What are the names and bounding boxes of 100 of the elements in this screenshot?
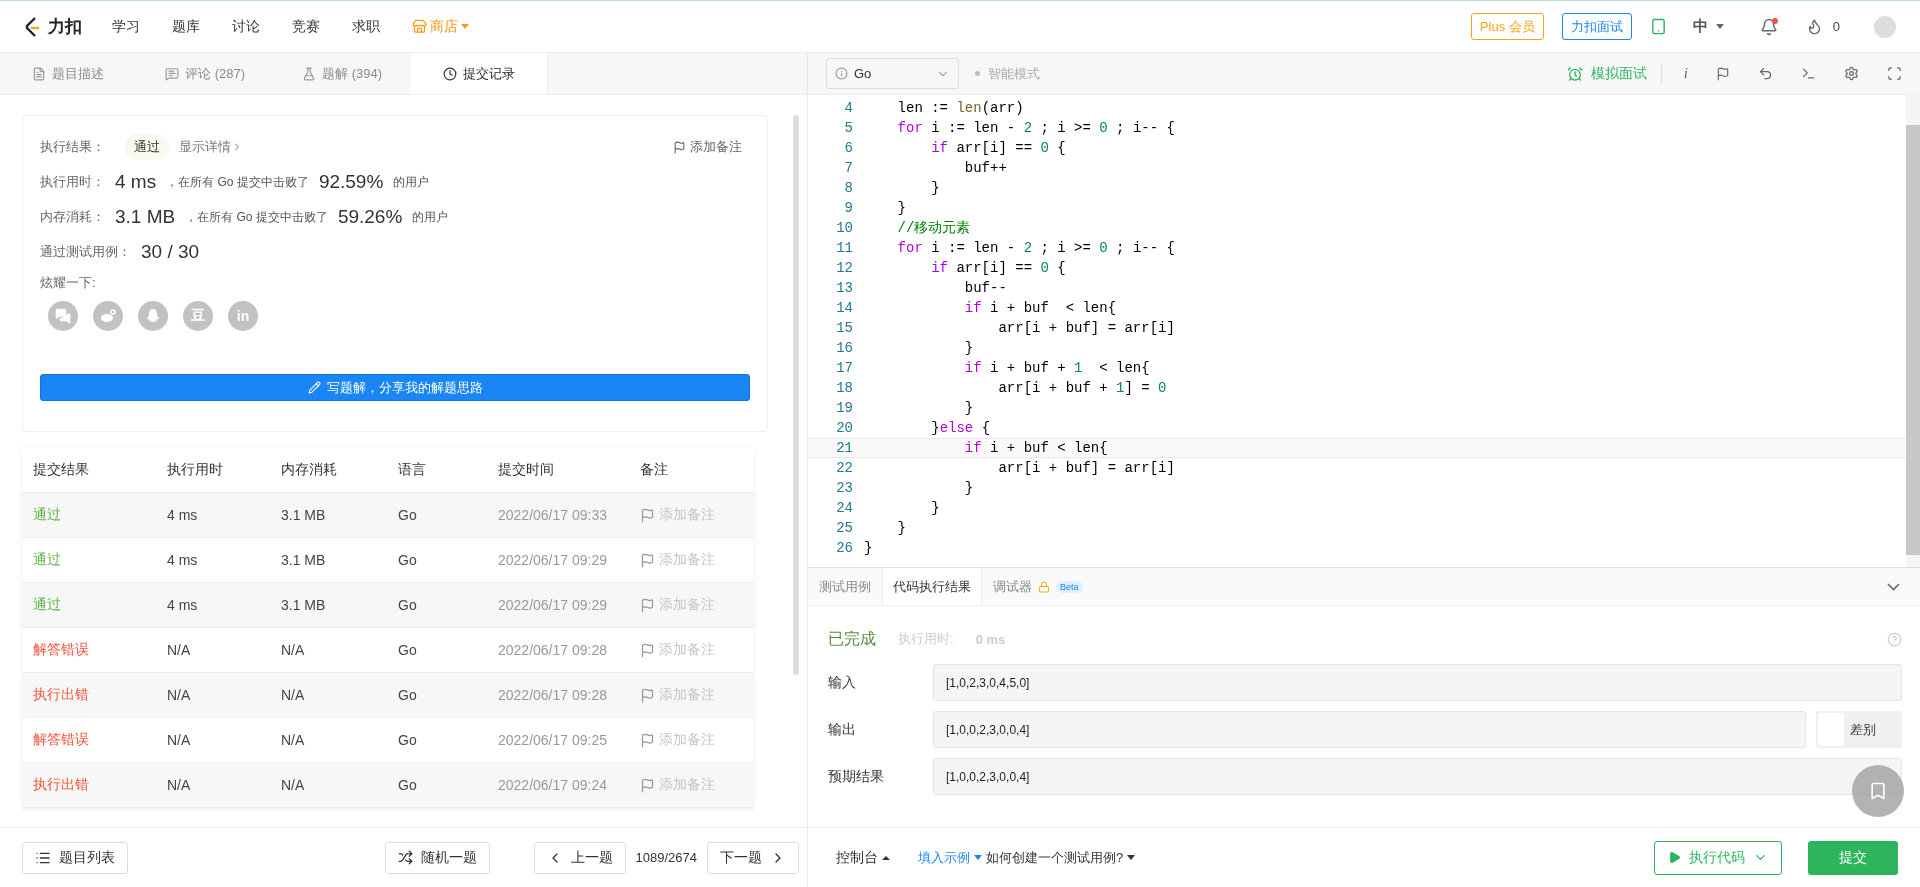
tab[interactable]: 测试用例: [808, 568, 882, 605]
stat-value: 4 ms: [115, 171, 157, 193]
table-cell-text: N/A: [167, 687, 192, 703]
flag-icon: [640, 687, 655, 703]
mock-interview-button[interactable]: 模拟面试: [1560, 63, 1662, 84]
nav-link[interactable]: 讨论: [232, 17, 260, 36]
language-select[interactable]: Go: [826, 58, 959, 89]
chat-icon: [55, 308, 71, 324]
tab[interactable]: 题解 (394): [274, 53, 411, 94]
tab[interactable]: 提交记录: [411, 53, 548, 94]
line-number: 21: [835, 439, 853, 458]
code-line: }: [896, 199, 906, 218]
table-cell-text: 4 ms: [167, 597, 199, 613]
howto-link[interactable]: 如何创建一个测试用例?: [986, 848, 1136, 867]
code-line: arr[i + buf] = arr[i]: [997, 459, 1175, 478]
table-cell-text: Go: [398, 507, 418, 523]
code-line: buf--: [963, 279, 1007, 298]
line-number: 6: [843, 139, 853, 158]
result-cell[interactable]: 执行出错: [33, 686, 167, 704]
line-number: 7: [843, 159, 853, 178]
write-solution-button[interactable]: 写题解，分享我的解题思路: [40, 374, 750, 401]
line-number: 20: [835, 419, 853, 438]
submit-button[interactable]: 提交: [1808, 840, 1898, 875]
code-line: if arr[i] == 0 {: [930, 139, 1066, 158]
result-cell[interactable]: 通过: [33, 551, 167, 569]
line-number: 9: [843, 199, 853, 218]
table-cell-text: N/A: [281, 642, 306, 658]
table-cell-text: Go: [398, 597, 418, 613]
notifications-button[interactable]: [1759, 17, 1778, 36]
result-cell[interactable]: 解答错误: [33, 731, 167, 749]
nav-link[interactable]: 学习: [112, 17, 140, 36]
share-button[interactable]: [93, 301, 123, 331]
table-cell-text: 3.1 MB: [281, 552, 327, 568]
problem-list-button[interactable]: 题目列表: [22, 841, 128, 874]
column-header: 提交结果: [33, 461, 90, 479]
stat-percent: 59.26%: [337, 206, 403, 228]
smart-mode-toggle[interactable]: 智能模式: [975, 64, 1040, 83]
fill-example-link[interactable]: 填入示例: [918, 848, 982, 867]
add-note-link[interactable]: 添加备注: [673, 138, 750, 156]
run-code-button[interactable]: 执行代码: [1654, 840, 1782, 875]
status-text: 已完成: [828, 628, 876, 649]
result-cell[interactable]: 执行出错: [33, 776, 167, 794]
random-button[interactable]: 随机一题: [384, 841, 490, 874]
bookmark-button[interactable]: [1852, 765, 1904, 817]
line-number: 10: [835, 219, 853, 238]
flag-icon: [1716, 66, 1730, 81]
share-button[interactable]: [138, 301, 168, 331]
column-header: 执行用时: [167, 461, 224, 479]
code-line: for i := len - 2 ; i >= 0 ; i-- {: [896, 239, 1175, 258]
interview-button[interactable]: 力扣面试: [1561, 13, 1632, 40]
line-number: 13: [835, 279, 853, 298]
nav-link[interactable]: 题库: [172, 17, 200, 36]
table-cell-text: N/A: [167, 732, 192, 748]
avatar[interactable]: [1874, 15, 1896, 38]
table-cell-text: 2022/06/17 09:24: [498, 777, 608, 793]
tab[interactable]: 调试器 Beta: [982, 568, 1094, 605]
stat-text: ，在所有 Go 提交中击败了: [166, 173, 309, 191]
code-line: if i + buf < len{: [963, 299, 1117, 318]
language-menu[interactable]: 中: [1686, 16, 1730, 37]
column-header: 内存消耗: [281, 461, 338, 479]
output-field: [1,0,2,3,0,4,5,0]: [933, 664, 1902, 701]
stat-label: 执行用时：: [40, 173, 105, 191]
tab[interactable]: 代码执行结果: [882, 568, 982, 605]
table-cell-text: 2022/06/17 09:29: [498, 552, 608, 568]
line-number: 24: [835, 499, 853, 518]
problem-counter: 1089/2674: [635, 850, 697, 865]
previous-button[interactable]: 上一题: [533, 841, 626, 874]
table-cell-text: Go: [398, 642, 418, 658]
code-line: }: [930, 179, 940, 198]
table-cell-text: N/A: [167, 642, 192, 658]
details-link[interactable]: 显示详情: [179, 138, 243, 156]
tab[interactable]: 评论 (287): [137, 53, 274, 94]
flag-icon: [640, 597, 655, 613]
nav-link[interactable]: 竞赛: [292, 17, 320, 36]
logo[interactable]: 力扣: [24, 15, 82, 38]
result-cell[interactable]: 解答错误: [33, 641, 167, 659]
info-button[interactable]: i: [1677, 65, 1694, 82]
diff-toggle[interactable]: 差别: [1816, 711, 1902, 748]
code-line: len := len(arr): [896, 99, 1024, 118]
code-line: arr[i + buf] = arr[i]: [997, 319, 1175, 338]
result-cell[interactable]: 通过: [33, 596, 167, 614]
line-number: 17: [835, 359, 853, 378]
bookmark-icon: [1868, 781, 1888, 801]
console-button[interactable]: 控制台: [830, 847, 896, 868]
flag-icon: [640, 642, 655, 658]
table-cell-text: 3.1 MB: [281, 507, 327, 523]
result-cell[interactable]: 通过: [33, 506, 167, 524]
tab[interactable]: 题目描述: [0, 53, 137, 94]
store-link[interactable]: 商店: [412, 17, 469, 36]
line-number: 5: [843, 119, 853, 138]
line-number: 16: [835, 339, 853, 358]
tests-value: 30 / 30: [141, 241, 200, 263]
share-button[interactable]: [48, 301, 78, 331]
help-icon[interactable]: [1887, 631, 1902, 647]
tablet-icon[interactable]: [1649, 18, 1667, 35]
next-button[interactable]: 下一题: [707, 841, 799, 874]
code-line: }: [930, 499, 940, 518]
table-cell-text: 2022/06/17 09:33: [498, 507, 608, 523]
plus-button[interactable]: Plus 会员: [1470, 13, 1544, 40]
nav-link[interactable]: 求职: [352, 17, 380, 36]
